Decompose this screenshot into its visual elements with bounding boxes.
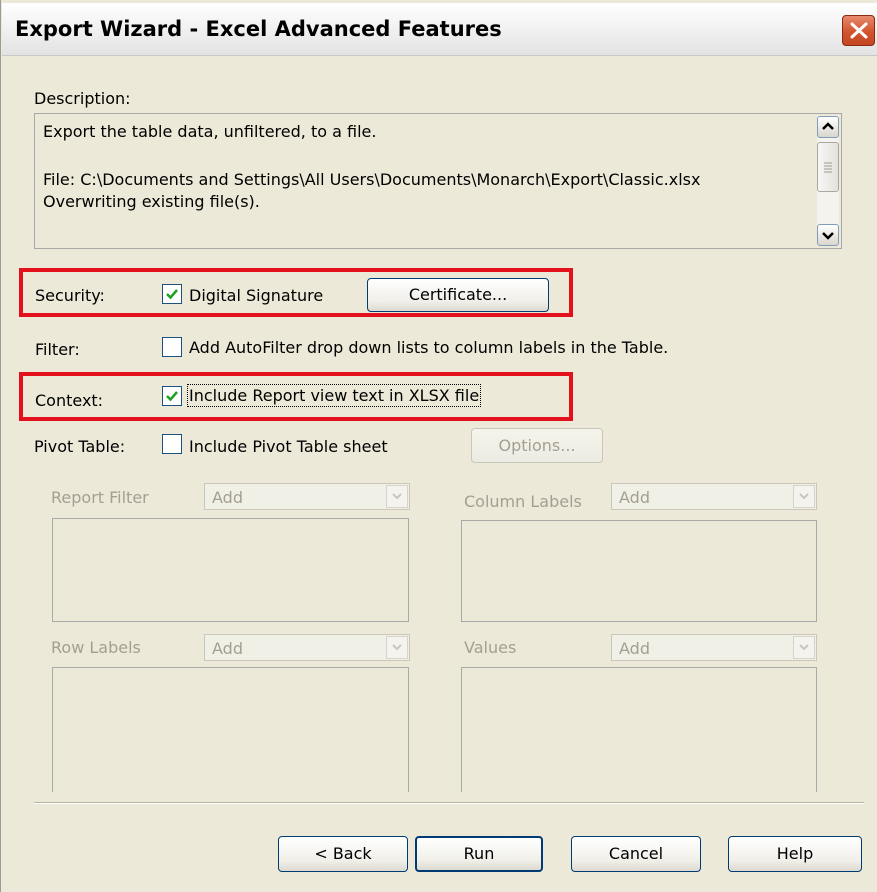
cancel-button[interactable]: Cancel	[571, 836, 701, 872]
column-labels-dropdown-button[interactable]	[793, 485, 815, 508]
column-labels-list[interactable]	[461, 520, 817, 622]
scroll-down-button[interactable]	[817, 224, 839, 246]
checkmark-icon	[166, 391, 178, 402]
values-combo-value: Add	[619, 639, 650, 658]
digital-signature-label[interactable]: Digital Signature	[189, 286, 323, 305]
column-labels-combo-value: Add	[619, 488, 650, 507]
run-button[interactable]: Run	[415, 836, 543, 872]
values-dropdown-button[interactable]	[793, 636, 815, 659]
back-button[interactable]: < Back	[278, 836, 408, 872]
export-wizard-dialog: Export Wizard - Excel Advanced Features …	[0, 0, 877, 892]
chevron-down-icon	[799, 644, 809, 651]
include-report-view-label[interactable]: Include Report view text in XLSX file	[186, 384, 482, 407]
chevron-up-icon	[822, 122, 834, 130]
values-combo[interactable]: Add	[611, 634, 817, 661]
description-label: Description:	[34, 89, 131, 108]
description-box: Export the table data, unfiltered, to a …	[34, 113, 842, 249]
chevron-down-icon	[822, 232, 834, 240]
chevron-down-icon	[392, 493, 402, 500]
filter-label: Filter:	[35, 340, 80, 359]
chevron-down-icon	[392, 644, 402, 651]
include-pivot-table-checkbox[interactable]	[162, 434, 182, 454]
description-overwrite-note: Overwriting existing file(s).	[43, 192, 260, 211]
row-labels-label: Row Labels	[51, 638, 141, 657]
help-button[interactable]: Help	[728, 836, 862, 872]
description-scrollbar[interactable]	[817, 116, 839, 246]
close-button[interactable]	[842, 15, 875, 46]
scroll-up-button[interactable]	[817, 116, 839, 138]
certificate-button[interactable]: Certificate...	[367, 278, 549, 312]
report-filter-combo[interactable]: Add	[204, 483, 410, 510]
row-labels-dropdown-button[interactable]	[386, 636, 408, 659]
grip-icon	[824, 162, 832, 173]
autofilter-label[interactable]: Add AutoFilter drop down lists to column…	[189, 338, 668, 357]
row-labels-combo-value: Add	[212, 639, 243, 658]
scroll-thumb[interactable]	[817, 142, 839, 192]
column-labels-label: Column Labels	[464, 492, 582, 511]
description-line: Export the table data, unfiltered, to a …	[43, 122, 377, 141]
pivot-table-label: Pivot Table:	[34, 437, 126, 456]
values-list[interactable]	[461, 667, 817, 792]
pivot-options-button[interactable]: Options...	[471, 428, 603, 463]
autofilter-checkbox[interactable]	[162, 337, 182, 357]
column-labels-combo[interactable]: Add	[611, 483, 817, 510]
window-title: Export Wizard - Excel Advanced Features	[15, 17, 502, 41]
row-labels-combo[interactable]: Add	[204, 634, 410, 661]
security-label: Security:	[35, 286, 105, 305]
separator-line	[34, 802, 864, 804]
report-filter-dropdown-button[interactable]	[386, 485, 408, 508]
values-label: Values	[464, 638, 517, 657]
report-filter-label: Report Filter	[51, 488, 149, 507]
checkmark-icon	[166, 289, 178, 300]
chevron-down-icon	[799, 493, 809, 500]
context-label: Context:	[35, 391, 104, 410]
report-filter-list[interactable]	[52, 518, 409, 622]
close-icon	[850, 22, 868, 39]
row-labels-list[interactable]	[52, 667, 409, 792]
description-file-path: File: C:\Documents and Settings\All User…	[43, 170, 701, 189]
digital-signature-checkbox[interactable]	[162, 284, 182, 304]
report-filter-combo-value: Add	[212, 488, 243, 507]
include-report-view-checkbox[interactable]	[162, 386, 182, 406]
include-pivot-table-label[interactable]: Include Pivot Table sheet	[189, 437, 388, 456]
title-bar[interactable]: Export Wizard - Excel Advanced Features	[2, 3, 877, 56]
